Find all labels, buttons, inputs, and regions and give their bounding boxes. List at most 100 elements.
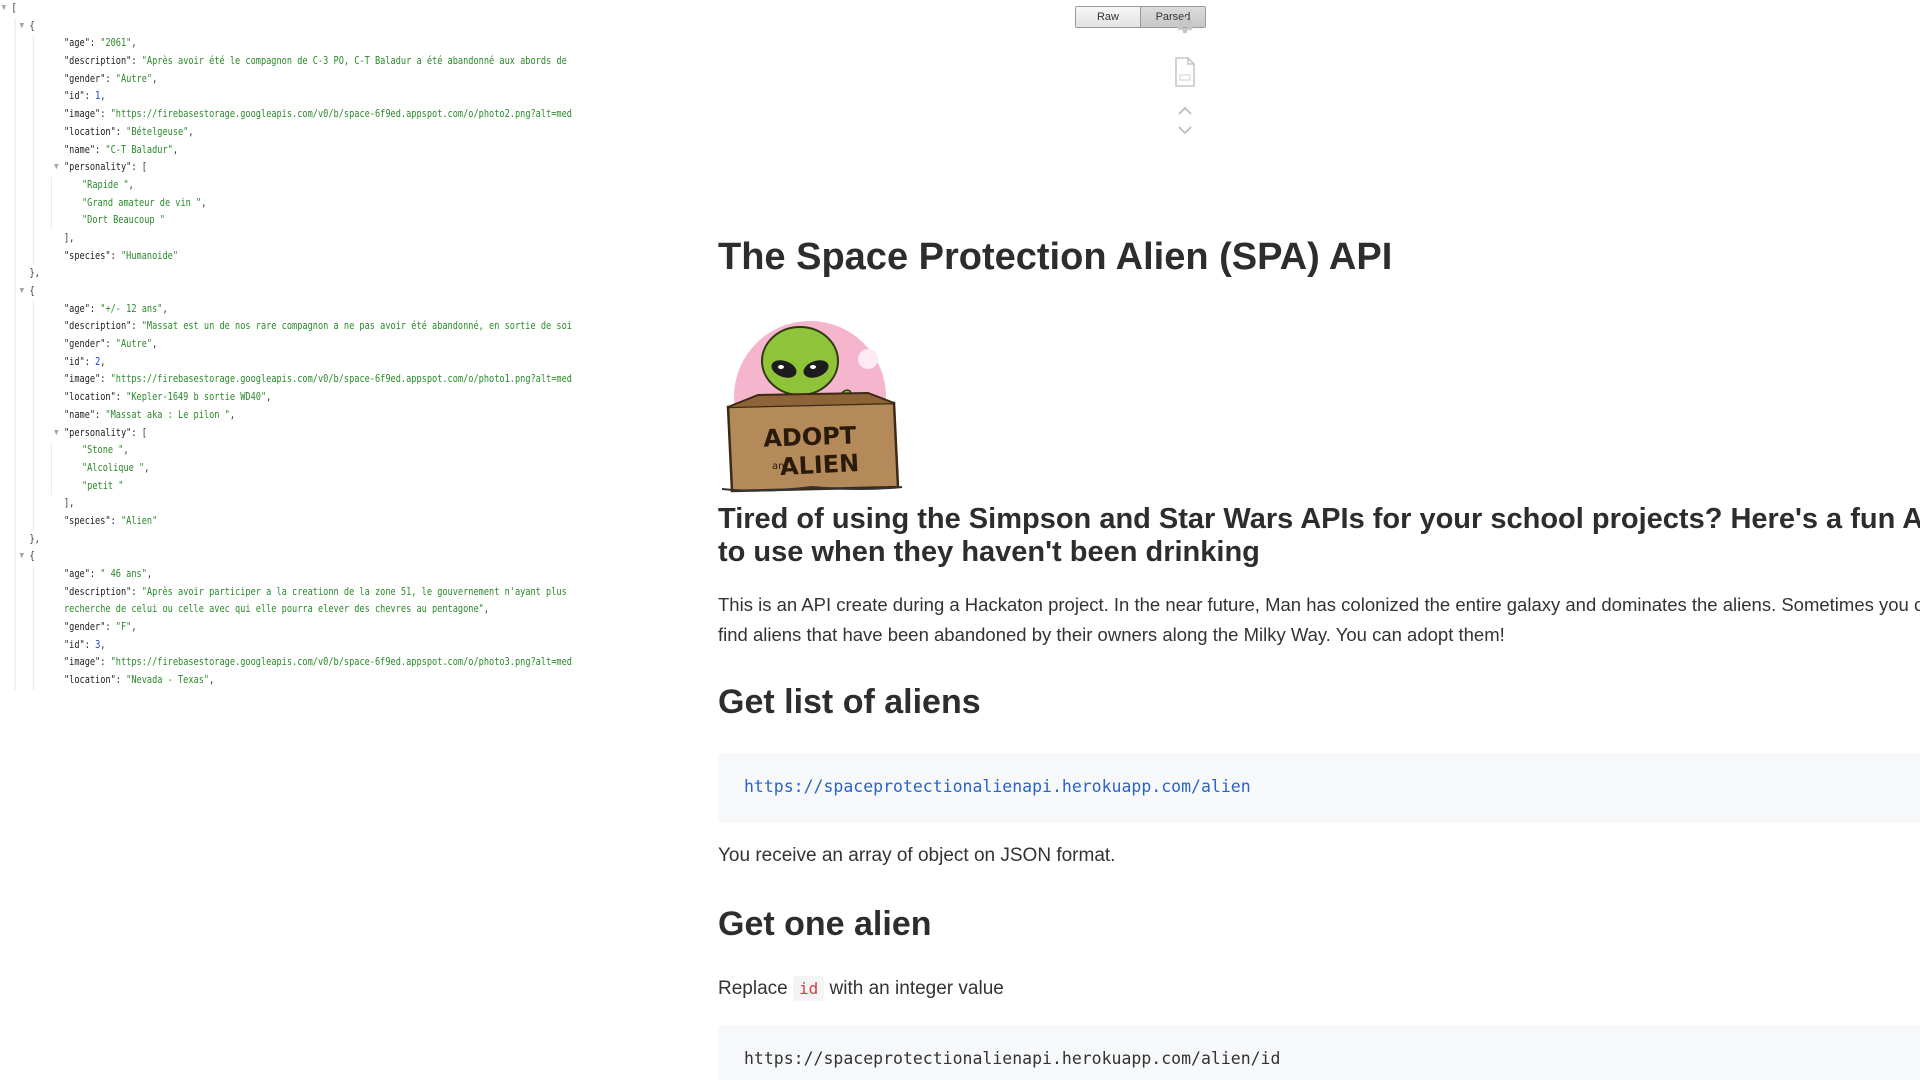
json-line: "id": 1,: [0, 88, 572, 107]
indent-guide: [14, 406, 16, 425]
json-token: "gender":: [63, 621, 116, 634]
json-line: "Dort Beaucoup ": [0, 212, 572, 230]
json-token: "location":: [63, 125, 127, 138]
indent-guide: [14, 194, 16, 213]
json-token: ,: [100, 90, 106, 103]
json-line: "location": "Bételgeuse",: [0, 123, 572, 142]
indent-guide: [50, 477, 52, 496]
json-line: ▼{: [0, 17, 572, 36]
json-token: {: [29, 550, 35, 563]
indent-guide: [14, 654, 16, 673]
indent-guide: [32, 512, 34, 531]
indent-guide: [50, 459, 52, 478]
json-line: "id": 3,: [0, 636, 572, 655]
json-token: "name":: [63, 143, 106, 156]
json-line: ▼ "personality": [: [0, 424, 572, 443]
indent-guide: [50, 442, 52, 460]
indent-guide: [32, 141, 34, 160]
indent-guide: [32, 442, 34, 460]
json-line-text: "description": "Après avoir participer a…: [64, 584, 572, 602]
json-line-text: "personality": [: [64, 425, 147, 443]
indent-guide: [32, 123, 34, 142]
json-token: ,: [144, 461, 150, 474]
json-token: "2061": [100, 37, 132, 50]
json-token: "Autre": [115, 72, 153, 85]
json-token: ],: [63, 231, 75, 244]
json-line: "Rapide ",: [0, 176, 572, 195]
indent-guide: [32, 88, 34, 107]
indent-guide: [14, 17, 16, 36]
json-token: "Bételgeuse": [126, 125, 189, 138]
indent-guide: [14, 353, 16, 372]
json-token: "image":: [63, 656, 111, 669]
json-line: ],: [0, 229, 572, 248]
indent-guide: [14, 495, 16, 513]
collapse-arrow-icon[interactable]: ▼: [20, 283, 24, 301]
indent-guide: [32, 566, 34, 584]
json-line-text: "petit ": [82, 478, 123, 496]
json-line: ],: [0, 495, 572, 513]
list-aliens-url-link[interactable]: https://spaceprotectionalienapi.herokuap…: [744, 777, 1251, 796]
page-title: The Space Protection Alien (SPA) API: [718, 236, 1393, 278]
json-line: },: [0, 265, 572, 283]
intro-paragraph: This is an API create during a Hackaton …: [718, 594, 1920, 645]
json-token: ,: [100, 355, 106, 368]
collapse-arrow-icon[interactable]: ▼: [20, 18, 24, 36]
id-inline-code: id: [793, 976, 825, 1001]
json-line-text: "gender": "F",: [64, 619, 137, 637]
json-token: "Après avoir participer a la creationn d…: [141, 585, 572, 598]
json-token: "petit ": [82, 479, 124, 492]
readme-panel: The Space Protection Alien (SPA) API ADO…: [718, 0, 1920, 1080]
collapse-arrow-icon[interactable]: ▼: [2, 0, 6, 18]
indent-guide: [14, 512, 16, 531]
indent-guide: [32, 106, 34, 124]
json-token: ,: [131, 37, 137, 50]
json-token: "species":: [63, 514, 121, 527]
json-token: "Stone ": [82, 444, 124, 457]
json-line-text: "species": "Humanoide": [64, 248, 178, 266]
json-token: "description":: [63, 55, 142, 68]
json-viewer: ▼[▼{"age": "2061", "description": "Après …: [0, 0, 697, 698]
json-line: ▼{: [0, 283, 572, 301]
indent-guide: [32, 601, 34, 620]
json-line: "description": "Après avoir participer a…: [0, 583, 572, 602]
indent-guide: [14, 530, 16, 549]
json-token: "Humanoide": [120, 249, 179, 262]
json-token: "id":: [63, 90, 96, 103]
collapse-arrow-icon[interactable]: ▼: [54, 425, 58, 443]
indent-guide: [32, 459, 34, 478]
json-token: "gender":: [63, 72, 116, 85]
json-line-text: "id": 1,: [64, 88, 105, 106]
json-token: ,: [128, 178, 134, 191]
indent-guide: [50, 194, 52, 213]
collapse-arrow-icon[interactable]: ▼: [54, 159, 58, 177]
indent-guide: [14, 442, 16, 460]
json-token: "Alien": [120, 514, 158, 527]
json-line-text: "location": "Bételgeuse",: [64, 124, 194, 142]
indent-guide: [32, 300, 34, 319]
list-aliens-code-block: https://spaceprotectionalienapi.herokuap…: [718, 753, 1920, 823]
indent-guide: [32, 619, 34, 637]
json-token: "Massat est un de nos rare compagnon a n…: [141, 320, 572, 333]
json-line-text: "image": "https://firebasestorage.google…: [64, 106, 572, 124]
json-line: "image": "https://firebasestorage.google…: [0, 106, 572, 124]
json-token: },: [29, 267, 40, 280]
indent-guide: [50, 212, 52, 230]
indent-guide: [32, 336, 34, 354]
json-line: ▼{: [0, 548, 572, 566]
indent-guide: [32, 353, 34, 372]
indent-guide: [14, 123, 16, 142]
json-line-text: "id": 3,: [64, 637, 105, 655]
indent-guide: [14, 35, 16, 54]
json-line: "description": "Après avoir été le compa…: [0, 53, 572, 71]
one-alien-note-after: with an integer value: [829, 978, 1004, 999]
json-token: "personality":: [63, 426, 142, 439]
indent-guide: [14, 424, 16, 443]
json-token: "age":: [63, 568, 101, 580]
indent-guide: [14, 141, 16, 160]
json-line: "age": "2061",: [0, 35, 572, 54]
json-line-text: "description": "Massat est un de nos rar…: [64, 318, 572, 336]
collapse-arrow-icon[interactable]: ▼: [20, 548, 24, 566]
json-line: "age": "+/- 12 ans",: [0, 300, 572, 319]
indent-guide: [14, 265, 16, 283]
